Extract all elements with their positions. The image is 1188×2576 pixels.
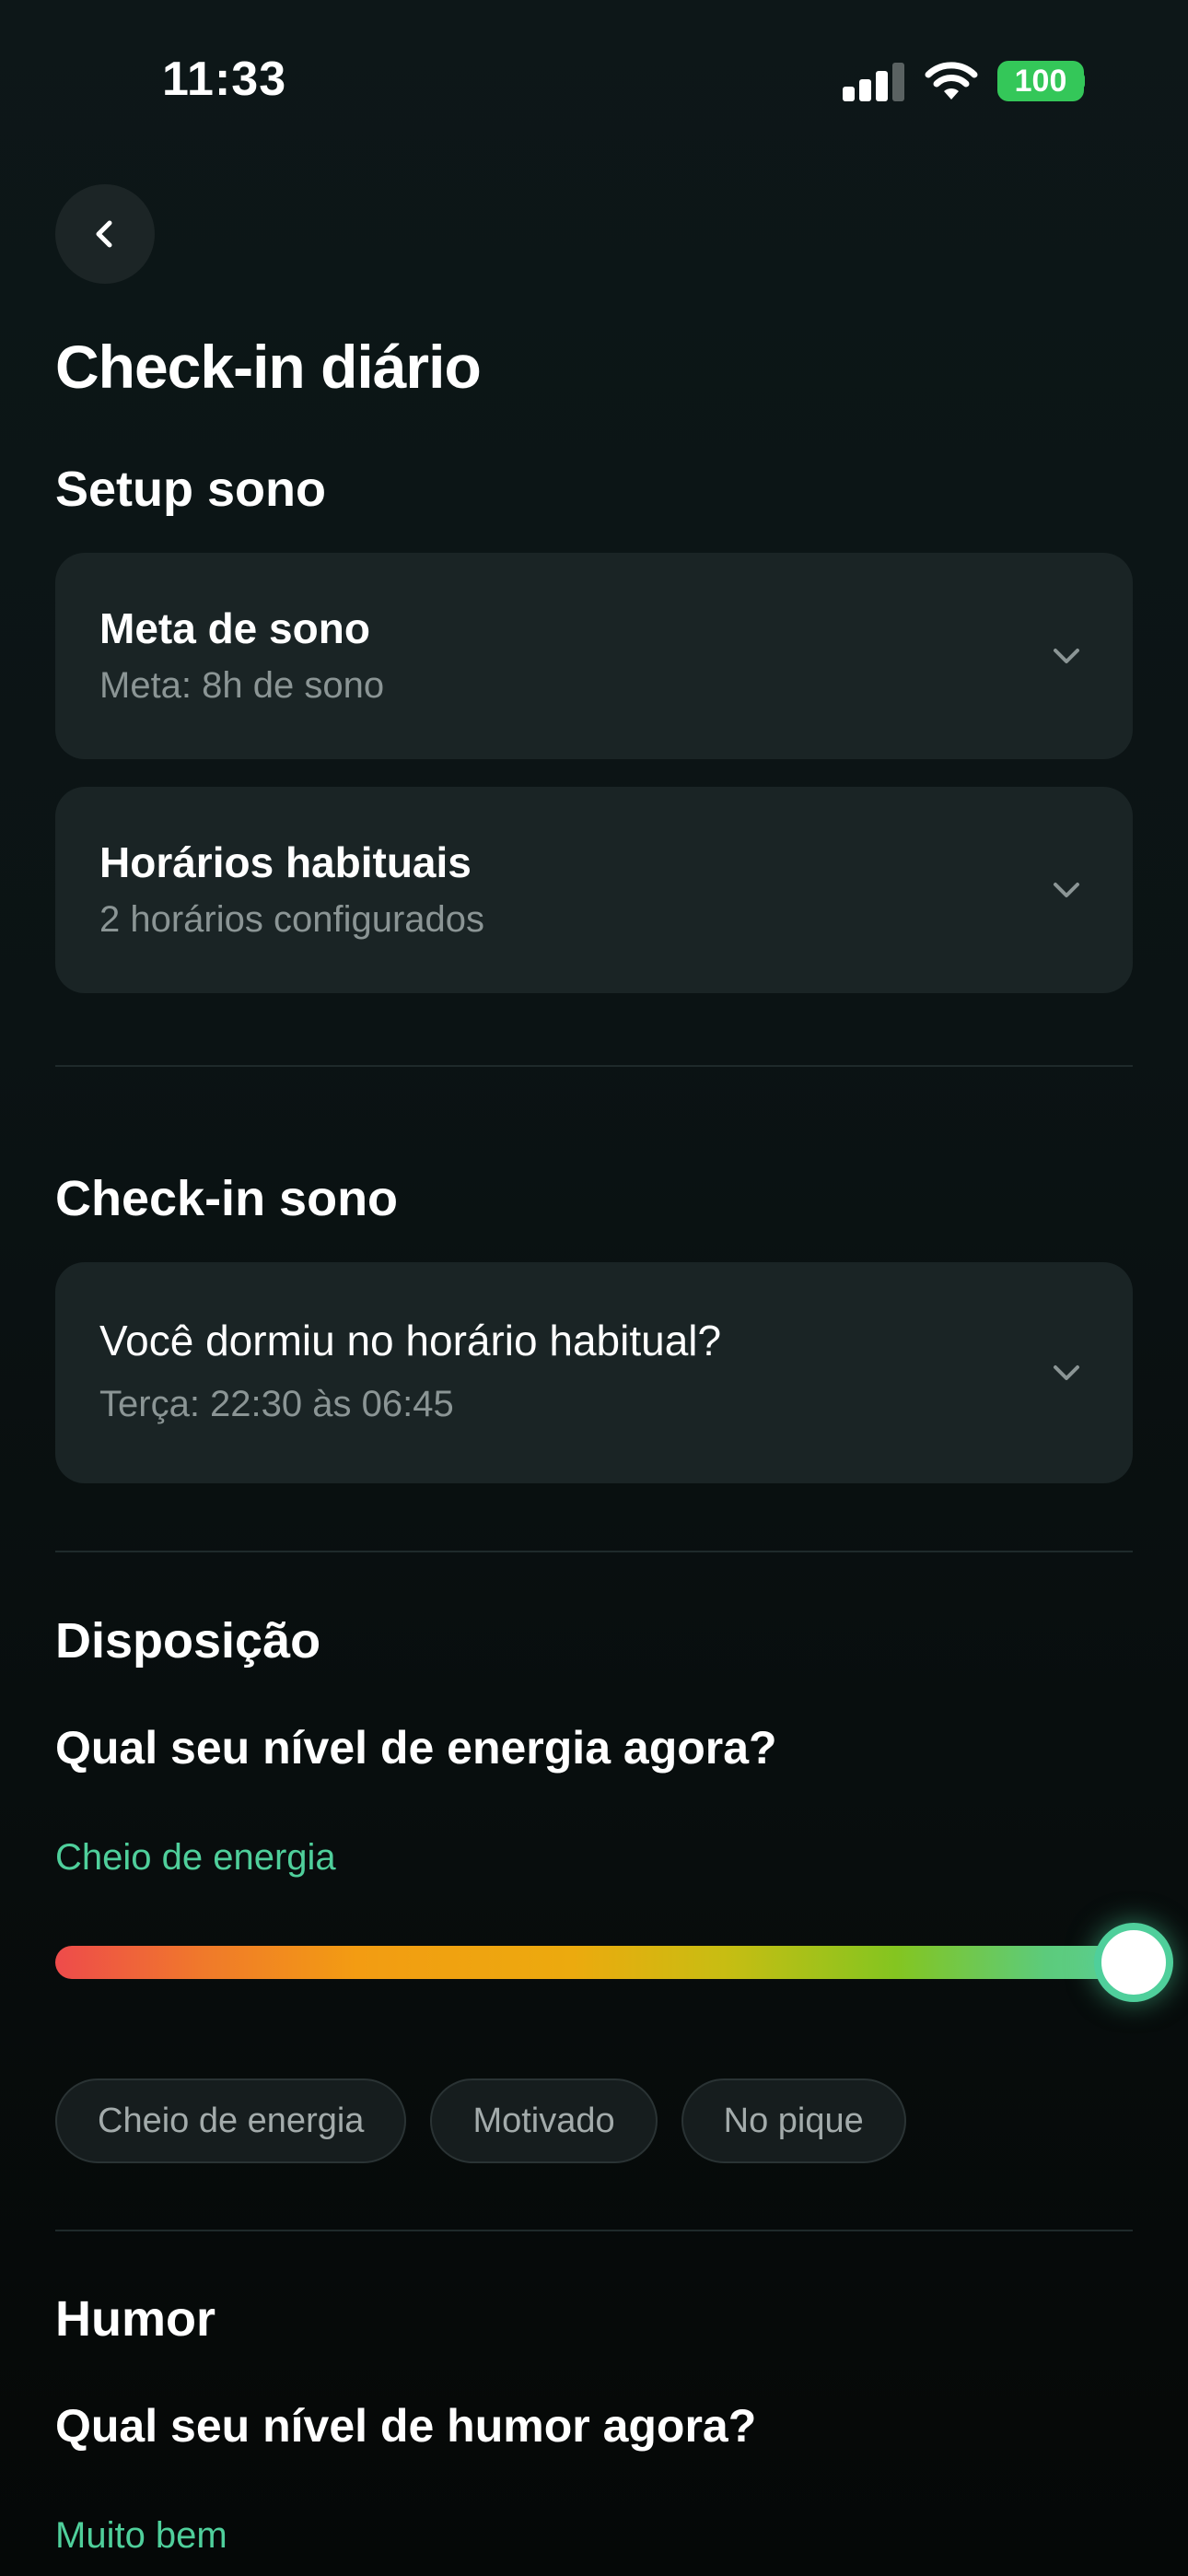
status-bar: 11:33 100 [0, 0, 1188, 157]
chevron-left-icon [96, 220, 112, 248]
chevron-down-icon [1054, 1365, 1079, 1380]
card-subtitle: Terça: 22:30 às 06:45 [99, 1384, 454, 1424]
chevron-down-icon [1054, 649, 1079, 663]
battery-level: 100 [1014, 63, 1067, 99]
cellular-signal-icon [843, 63, 904, 101]
usual-times-card[interactable]: Horários habituais 2 horários configurad… [55, 787, 1133, 993]
sleep-goal-card[interactable]: Meta de sono Meta: 8h de sono [55, 553, 1133, 759]
divider [55, 1551, 1133, 1552]
mood-question: Qual seu nível de humor agora? [55, 2400, 757, 2452]
energy-slider-thumb[interactable] [1094, 1923, 1173, 2002]
section-title-checkin-sono: Check-in sono [55, 1171, 399, 1226]
chip-no-pique[interactable]: No pique [681, 2078, 906, 2163]
section-title-humor: Humor [55, 2291, 215, 2347]
sleep-checkin-card[interactable]: Você dormiu no horário habitual? Terça: … [55, 1262, 1133, 1483]
card-subtitle: 2 horários configurados [99, 899, 485, 940]
battery-tip [1079, 74, 1085, 88]
card-title: Você dormiu no horário habitual? [99, 1317, 722, 1364]
mood-level-label: Muito bem [55, 2515, 227, 2556]
chevron-down-icon [1054, 883, 1079, 897]
page-title: Check-in diário [55, 333, 482, 401]
status-time: 11:33 [162, 53, 287, 106]
energy-question: Qual seu nível de energia agora? [55, 1722, 777, 1774]
section-title-disposicao: Disposição [55, 1613, 321, 1669]
chip-motivado[interactable]: Motivado [430, 2078, 658, 2163]
section-title-setup-sono: Setup sono [55, 462, 326, 517]
wifi-icon [925, 62, 978, 100]
divider [55, 1065, 1133, 1067]
card-subtitle: Meta: 8h de sono [99, 665, 385, 706]
back-button[interactable] [55, 184, 155, 284]
energy-level-label: Cheio de energia [55, 1837, 336, 1878]
divider [55, 2230, 1133, 2231]
energy-slider-track[interactable] [55, 1946, 1133, 1979]
battery-icon: 100 [997, 61, 1084, 101]
card-title: Meta de sono [99, 604, 370, 652]
energy-chips: Cheio de energia Motivado No pique [55, 2078, 906, 2163]
card-title: Horários habituais [99, 838, 472, 886]
chip-cheio-de-energia[interactable]: Cheio de energia [55, 2078, 407, 2163]
